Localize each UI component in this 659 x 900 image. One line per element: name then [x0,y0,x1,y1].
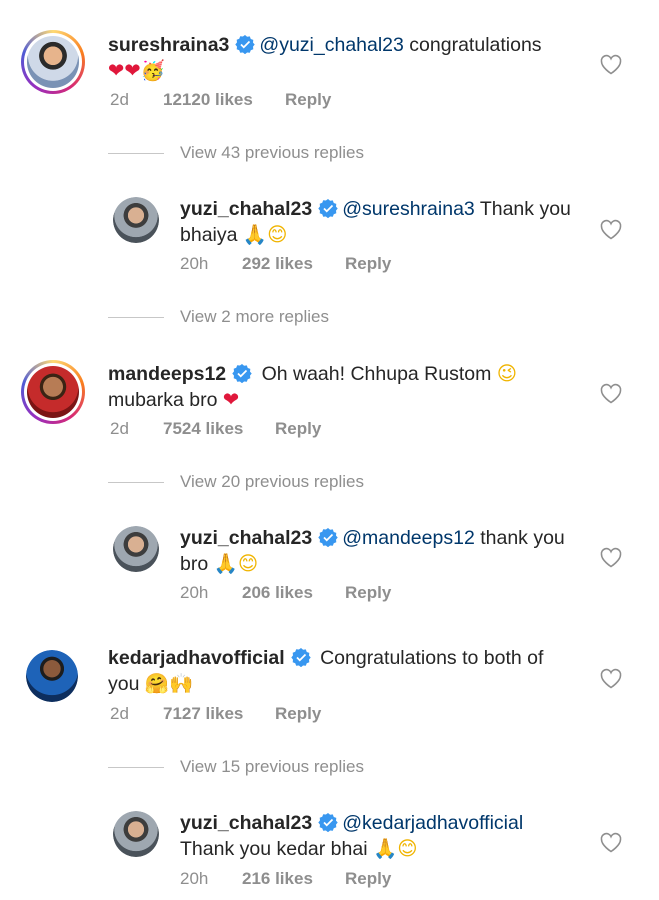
view-previous-replies[interactable]: View 15 previous replies [108,757,364,777]
comment-meta: 20h 206 likes Reply [180,583,391,603]
view-replies-label[interactable]: View 43 previous replies [180,143,364,163]
heart-outline-icon[interactable] [599,667,623,689]
likes-count[interactable]: 7127 likes [163,704,275,724]
likes-count[interactable]: 7524 likes [163,419,275,439]
comment-emoji: 😉 [496,362,518,385]
reply-button[interactable]: Reply [275,704,321,724]
comment-meta: 2d 7127 likes Reply [110,704,321,724]
comment-meta: 20h 216 likes Reply [180,869,391,889]
verified-badge-icon [318,528,338,547]
reply-button[interactable]: Reply [285,90,331,110]
verified-badge-icon [232,364,252,383]
comment-body: yuzi_chahal23 @sureshraina3 Thank you bha… [180,197,600,248]
comment-meta: 20h 292 likes Reply [180,254,391,274]
heart-outline-icon[interactable] [599,831,623,853]
likes-count[interactable]: 206 likes [242,583,345,603]
heart-outline-icon[interactable] [599,218,623,240]
comment-text-line2: you [108,673,145,695]
likes-count[interactable]: 12120 likes [163,90,285,110]
avatar[interactable] [26,650,78,702]
comment-body: kedarjadhavofficial Congratulations to b… [108,646,578,697]
comment-emoji: ❤ [222,388,240,411]
timestamp: 20h [180,254,209,273]
comment-emoji: 🙏😊 [213,552,259,575]
likes-count[interactable]: 292 likes [242,254,345,274]
timestamp: 2d [110,419,129,438]
username[interactable]: yuzi_chahal23 [180,198,312,220]
comment-emoji: 🙏😊 [242,223,288,246]
comment-emoji: 🙏😊 [372,837,418,860]
avatar[interactable] [113,197,159,243]
verified-badge-icon [290,648,311,667]
mention-link[interactable]: @yuzi_chahal23 [259,34,403,56]
verified-badge-icon [318,813,338,832]
mention-link[interactable]: @mandeeps12 [342,527,475,549]
comment-text-line2: mubarka bro [108,389,223,411]
comment-meta: 2d 7524 likes Reply [110,419,321,439]
reply-button[interactable]: Reply [275,419,321,439]
view-replies-label[interactable]: View 20 previous replies [180,472,364,492]
timestamp: 20h [180,583,209,602]
verified-badge-icon [318,199,338,218]
comment-text-line2: bhaiya [180,224,243,246]
reply-button[interactable]: Reply [345,869,391,889]
comment-text-line2: Thank you kedar bhai [180,838,373,860]
timestamp: 2d [110,704,129,723]
comment-meta: 2d 12120 likes Reply [110,90,331,110]
comment-text: Congratulations to both of [314,647,544,669]
avatar[interactable] [113,811,159,857]
comment-text-line2: bro [180,553,214,575]
comment-text: Thank you [474,198,571,220]
avatar[interactable] [21,30,85,94]
timestamp: 20h [180,869,209,888]
comment-emoji: 🤗🙌 [144,672,194,695]
comment-body: mandeeps12 Oh waah! Chhupa Rustom 😉 muba… [108,361,578,413]
username[interactable]: yuzi_chahal23 [180,812,312,834]
username[interactable]: yuzi_chahal23 [180,527,312,549]
reply-button[interactable]: Reply [345,583,391,603]
view-replies-label[interactable]: View 2 more replies [180,307,329,327]
comment-emoji: ❤❤🥳 [108,59,165,82]
view-more-replies[interactable]: View 2 more replies [108,307,329,327]
avatar[interactable] [21,360,85,424]
username[interactable]: sureshraina3 [108,34,229,56]
heart-outline-icon[interactable] [599,53,623,75]
view-previous-replies[interactable]: View 20 previous replies [108,472,364,492]
heart-outline-icon[interactable] [599,546,623,568]
mention-link[interactable]: @sureshraina3 [342,198,475,220]
comment-text: congratulations [403,34,542,56]
avatar[interactable] [113,526,159,572]
divider-line [108,766,164,768]
comment-body: yuzi_chahal23 @mandeeps12 thank you bro 🙏… [180,526,600,577]
reply-button[interactable]: Reply [345,254,391,274]
divider-line [108,481,164,483]
comment-body: yuzi_chahal23 @kedarjadhavofficial Thank … [180,811,600,862]
comment-text: Oh waah! Chhupa Rustom [256,363,497,385]
timestamp: 2d [110,90,129,109]
likes-count[interactable]: 216 likes [242,869,345,889]
comment-text: thank you [474,527,565,549]
view-previous-replies[interactable]: View 43 previous replies [108,143,364,163]
view-replies-label[interactable]: View 15 previous replies [180,757,364,777]
divider-line [108,152,164,154]
comment-body: sureshraina3 @yuzi_chahal23 congratulatio… [108,33,578,84]
divider-line [108,316,164,318]
mention-link[interactable]: @kedarjadhavofficial [342,812,523,834]
username[interactable]: kedarjadhavofficial [108,647,285,669]
heart-outline-icon[interactable] [599,382,623,404]
username[interactable]: mandeeps12 [108,363,226,385]
verified-badge-icon [235,35,256,54]
